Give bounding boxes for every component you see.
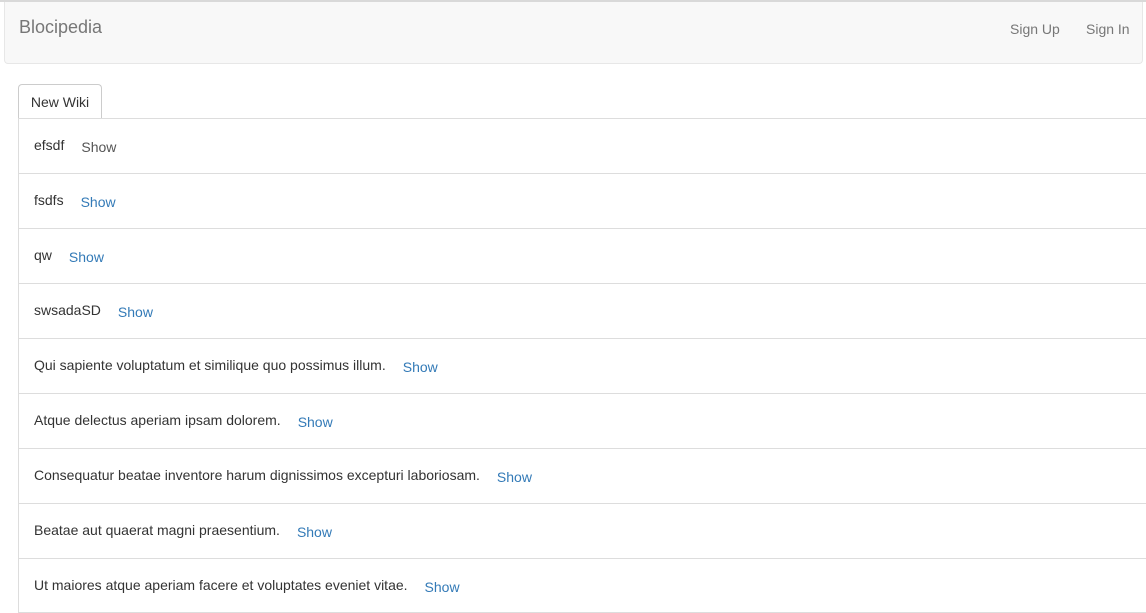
- list-item: Beatae aut quaerat magni praesentium. Sh…: [18, 503, 1146, 558]
- show-link[interactable]: Show: [69, 247, 104, 267]
- wiki-title: Beatae aut quaerat magni praesentium.: [34, 522, 280, 538]
- list-item: efsdf Show: [18, 118, 1146, 173]
- list-item: Ut maiores atque aperiam facere et volup…: [18, 558, 1146, 613]
- wiki-list: efsdf Show fsdfs Show qw Show swsadaSD S…: [18, 118, 1146, 613]
- wiki-title: fsdfs: [34, 192, 64, 208]
- sign-in-link[interactable]: Sign In: [1086, 19, 1130, 39]
- list-item: swsadaSD Show: [18, 283, 1146, 338]
- navbar: Blocipedia Sign Up Sign In: [4, 2, 1143, 64]
- brand-link[interactable]: Blocipedia: [19, 17, 102, 37]
- show-link[interactable]: Show: [403, 357, 438, 377]
- new-wiki-button[interactable]: New Wiki: [18, 84, 102, 118]
- wiki-title: Consequatur beatae inventore harum digni…: [34, 467, 480, 483]
- wiki-title: Ut maiores atque aperiam facere et volup…: [34, 576, 408, 593]
- show-link[interactable]: Show: [298, 412, 333, 432]
- wiki-title: qw: [34, 247, 52, 263]
- wiki-title: efsdf: [34, 137, 65, 153]
- show-link[interactable]: Show: [118, 302, 153, 322]
- show-link[interactable]: Show: [81, 192, 116, 212]
- wiki-title: swsadaSD: [34, 302, 101, 318]
- show-link[interactable]: Show: [297, 522, 332, 542]
- list-item: Atque delectus aperiam ipsam dolorem. Sh…: [18, 393, 1146, 448]
- list-item: fsdfs Show: [18, 173, 1146, 228]
- wiki-title: Atque delectus aperiam ipsam dolorem.: [34, 412, 281, 428]
- show-link[interactable]: Show: [81, 137, 116, 157]
- list-item: Consequatur beatae inventore harum digni…: [18, 448, 1146, 503]
- list-item: qw Show: [18, 228, 1146, 283]
- sign-up-link[interactable]: Sign Up: [1010, 19, 1060, 39]
- wiki-title: Qui sapiente voluptatum et similique quo…: [34, 357, 386, 373]
- show-link[interactable]: Show: [425, 577, 460, 597]
- list-item: Qui sapiente voluptatum et similique quo…: [18, 338, 1146, 393]
- show-link[interactable]: Show: [497, 467, 532, 487]
